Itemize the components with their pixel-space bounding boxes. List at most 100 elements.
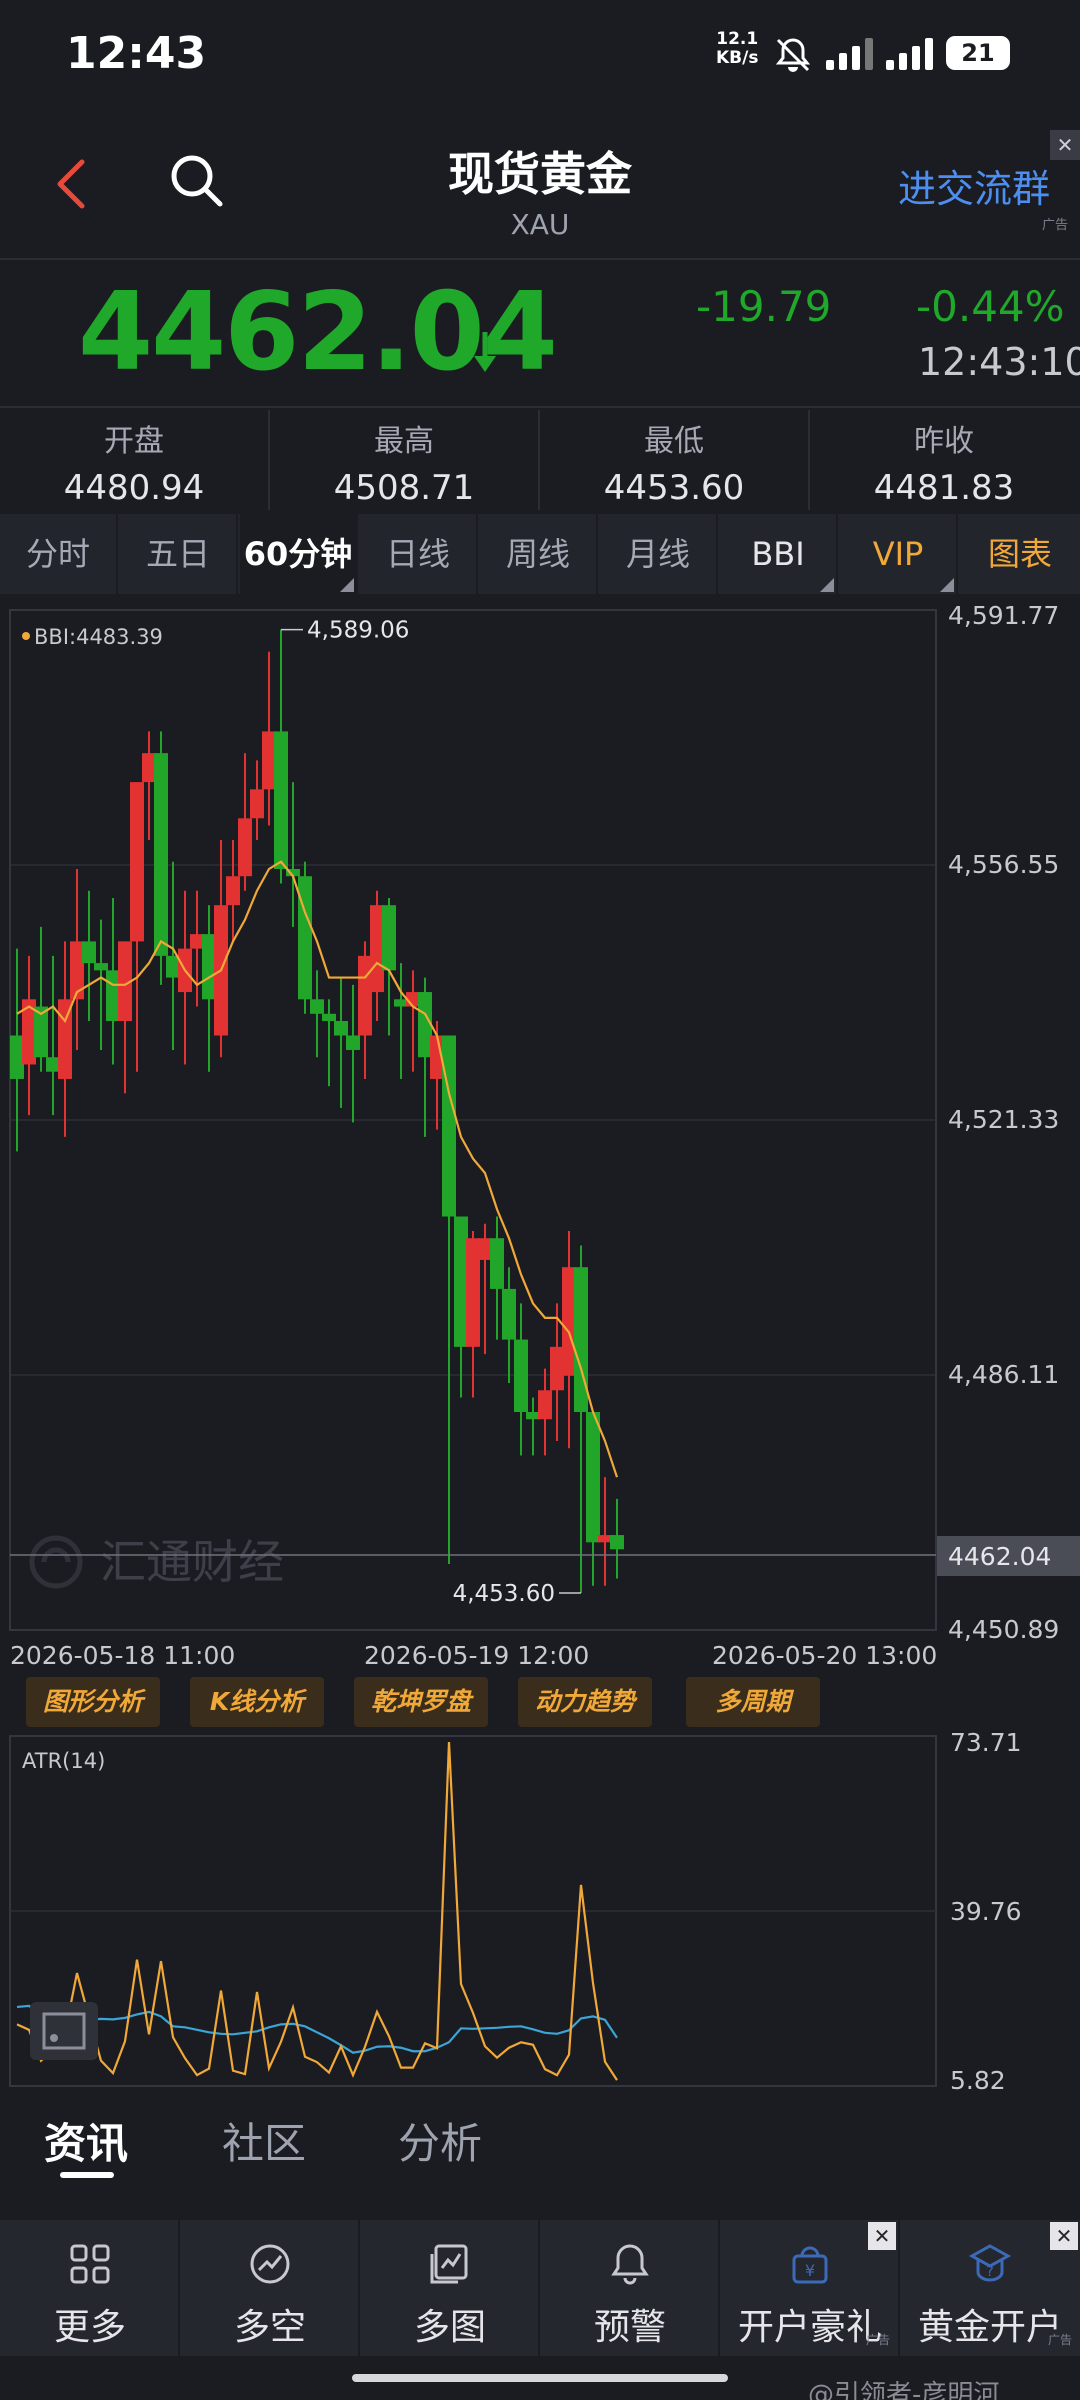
close-icon[interactable]: ✕ [1050, 2222, 1078, 2250]
y-tick-label: 5.82 [950, 2066, 1006, 2095]
candle-body [586, 1411, 600, 1543]
tab-intraday[interactable]: 分时 [0, 514, 118, 594]
gift-icon: ¥ [792, 2246, 828, 2284]
stat-low: 最低 4453.60 [540, 416, 808, 508]
page-subtitle: XAU [510, 208, 570, 241]
bull-bear-icon [250, 2244, 290, 2284]
candle-body [514, 1339, 528, 1412]
tab-vip[interactable]: VIP [840, 514, 958, 594]
signal-icon-sim2 [886, 38, 936, 70]
stat-label: 最低 [644, 424, 704, 459]
y-tick-label: 39.76 [950, 1897, 1022, 1926]
stat-value: 4508.71 [333, 468, 475, 508]
multi-chart-icon [430, 2244, 468, 2284]
tab-weekly[interactable]: 周线 [480, 514, 598, 594]
tab-analysis[interactable]: 分析 [398, 2110, 482, 2171]
nav-more[interactable]: 更多 [0, 2220, 180, 2356]
grid-icon [70, 2244, 110, 2284]
candle-body [394, 999, 408, 1007]
x-tick-label: 2026-05-18 11:00 [10, 1641, 235, 1670]
nav-open-account-gift[interactable]: ¥ 开户豪礼 ✕ 广告 [720, 2220, 900, 2356]
tab-monthly[interactable]: 月线 [600, 514, 718, 594]
candle-body [274, 731, 288, 869]
tab-daily[interactable]: 日线 [360, 514, 478, 594]
shortcut-compass[interactable]: 乾坤罗盘 [354, 1677, 488, 1727]
nav-multi-chart[interactable]: 多图 [360, 2220, 540, 2356]
x-axis-labels: 2026-05-18 11:00 2026-05-19 12:00 2026-05-… [10, 1641, 937, 1670]
high-low-markers: 4,589.06 4,453.60 [281, 618, 581, 1607]
svg-text:¥: ¥ [805, 2261, 815, 2280]
shortcut-pattern-analysis[interactable]: 图形分析 [26, 1677, 160, 1727]
candle-body [598, 1535, 612, 1543]
nav-gold-account[interactable]: ? 黄金开户 ✕ 广告 [900, 2220, 1080, 2356]
gold-account-icon: ? [968, 2244, 1012, 2282]
join-group-link[interactable]: 进交流群 [898, 158, 1050, 213]
tab-five-day[interactable]: 五日 [120, 514, 238, 594]
tab-underline [60, 2172, 114, 2178]
atr-y-axis-labels: 73.71 39.76 5.82 [950, 1728, 1022, 2095]
tab-community[interactable]: 社区 [222, 2110, 306, 2171]
candle-body [250, 789, 264, 819]
quote-time: 12:43:10 [918, 340, 1080, 384]
stat-open: 开盘 4480.94 [0, 416, 268, 508]
nav-alert[interactable]: 预警 [540, 2220, 720, 2356]
divider [0, 406, 1080, 408]
candle-body [46, 1057, 60, 1072]
dropdown-corner-icon [820, 578, 834, 592]
candle-body [190, 934, 204, 949]
candle-body [442, 1035, 456, 1217]
ad-label: 广告 [865, 2333, 890, 2347]
shortcut-multi-period[interactable]: 多周期 [686, 1677, 820, 1727]
tab-chart[interactable]: 图表 [960, 514, 1080, 594]
y-tick-label: 4,591.77 [948, 601, 1059, 630]
chart-watermark: 汇通财经 [100, 1535, 284, 1589]
landscape-toggle-icon[interactable] [30, 2002, 98, 2060]
atr-legend-label: ATR(14) [22, 1749, 105, 1773]
net-speed: 12.1 KB/s [716, 30, 758, 68]
nav-label: 多图 [413, 2307, 486, 2348]
price-change-percent: -0.44% [916, 282, 1065, 331]
mute-icon [775, 38, 811, 72]
candle-body [526, 1411, 540, 1420]
shortcut-momentum[interactable]: 动力趋势 [518, 1677, 652, 1727]
candle-body [154, 753, 168, 956]
bell-icon [611, 2244, 649, 2285]
stat-value: 4480.94 [63, 468, 205, 508]
stat-value: 4481.83 [873, 468, 1015, 508]
candle-body [310, 999, 324, 1014]
candle-body [454, 1216, 468, 1347]
tab-news[interactable]: 资讯 [44, 2110, 128, 2171]
nav-bull-bear[interactable]: 多空 [180, 2220, 360, 2356]
y-tick-label: 4,521.33 [948, 1105, 1059, 1134]
candle-body [346, 1035, 360, 1050]
dropdown-corner-icon [940, 578, 954, 592]
candle-body [358, 955, 372, 1036]
tab-label: 60分钟 [243, 535, 353, 573]
shortcut-kline-analysis[interactable]: K线分析 [190, 1677, 324, 1727]
candle-body [466, 1238, 480, 1347]
tab-bbi[interactable]: BBI [720, 514, 838, 594]
tab-label: VIP [872, 535, 924, 573]
price-chart[interactable]: 汇通财经 BBI:4483.39 4462.04 4,589.06 4,453.6… [0, 596, 1080, 2096]
search-icon[interactable] [168, 152, 226, 210]
y-tick-label: 4,486.11 [948, 1360, 1059, 1389]
candle-body [322, 1013, 336, 1022]
bbi-legend-label: BBI:4483.39 [34, 625, 163, 649]
candle-body [502, 1288, 516, 1340]
divider [0, 258, 1080, 260]
stat-label: 最高 [374, 424, 434, 459]
tab-60min[interactable]: 60分钟 [240, 514, 358, 594]
atr-line [16, 2004, 618, 2054]
back-icon[interactable] [50, 158, 90, 210]
close-icon[interactable]: ✕ [868, 2222, 896, 2250]
home-indicator[interactable] [352, 2374, 728, 2382]
y-tick-label: 4,556.55 [948, 850, 1059, 879]
x-tick-label: 2026-05-19 12:00 [364, 1641, 589, 1670]
ad-label: 广告 [1042, 218, 1069, 233]
candle-body [262, 731, 276, 790]
status-time: 12:43 [66, 28, 207, 79]
stat-high: 最高 4508.71 [270, 416, 538, 508]
price-change: -19.79 [696, 282, 832, 331]
stat-label: 昨收 [914, 424, 974, 459]
close-icon[interactable]: ✕ [1050, 130, 1080, 160]
